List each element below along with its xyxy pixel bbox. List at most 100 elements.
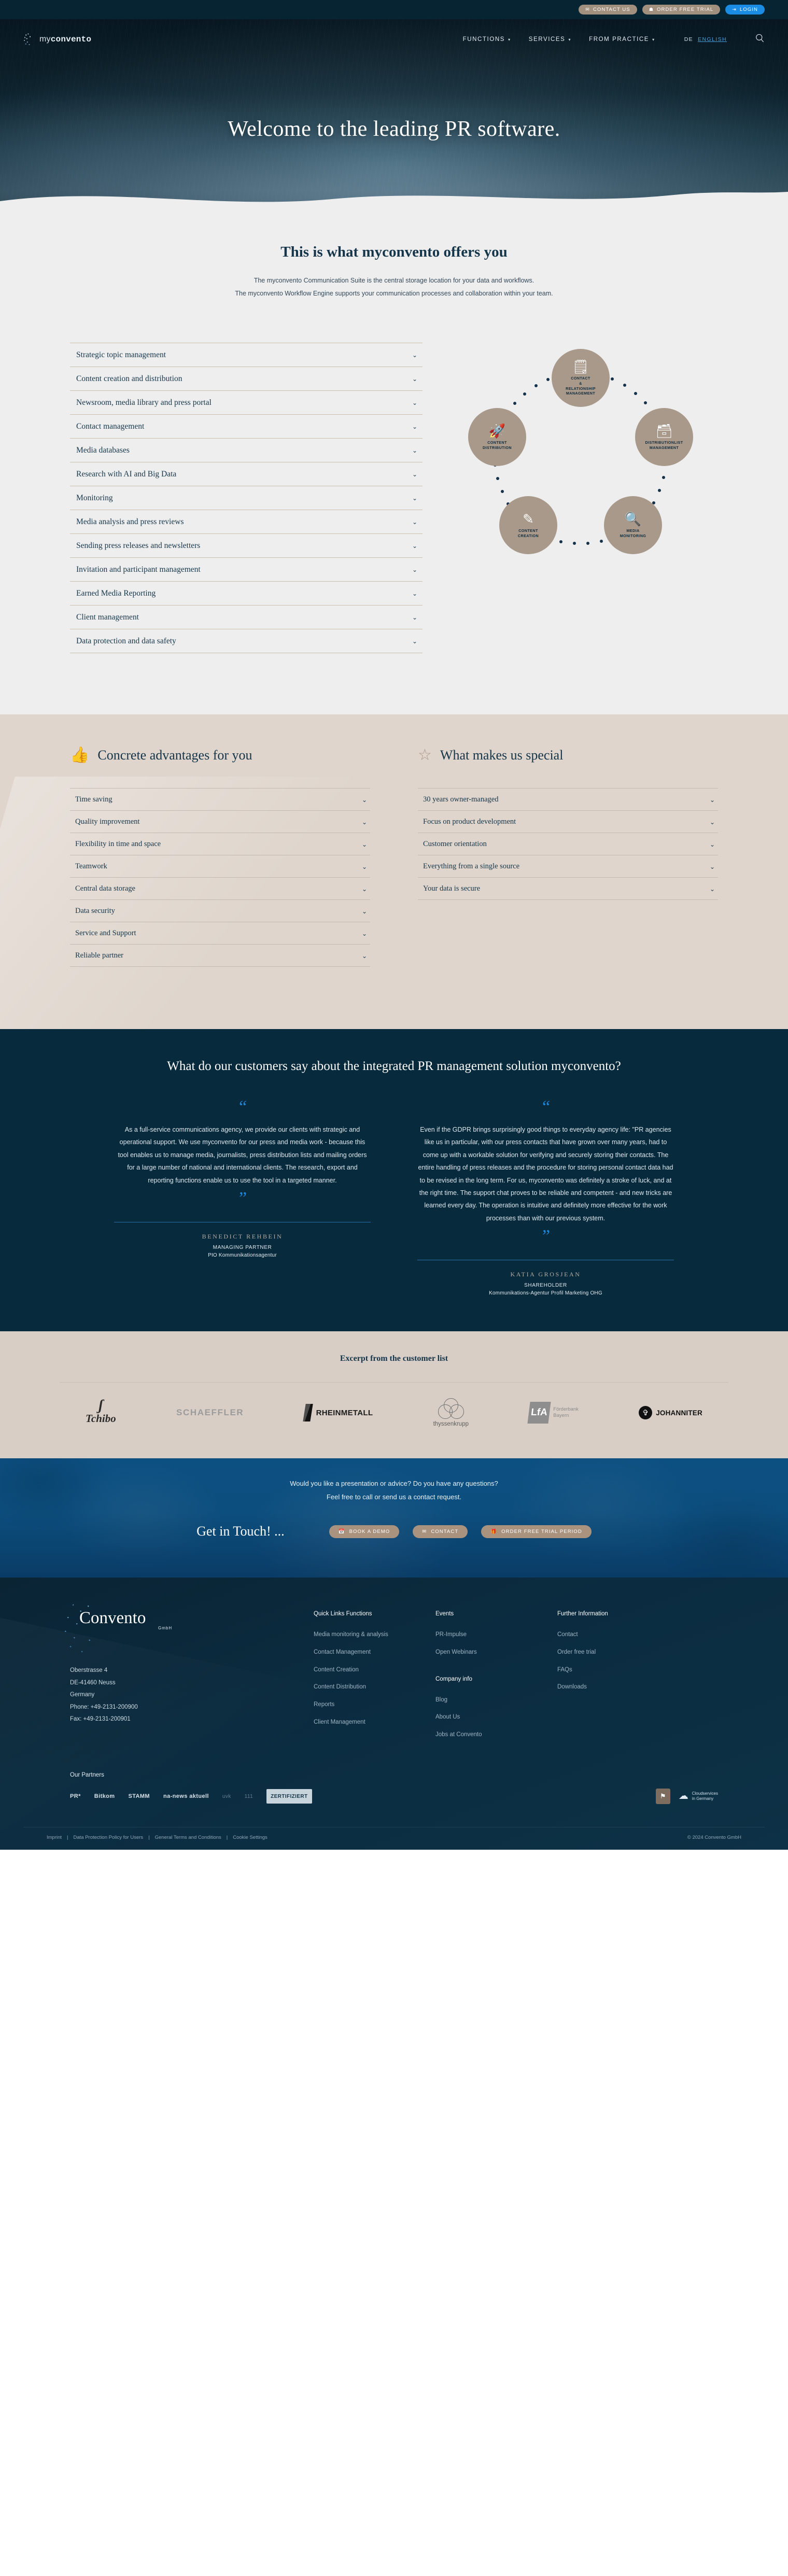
- accordion-item[interactable]: 30 years owner-managed ⌄: [418, 788, 718, 811]
- accordion-item-label: Media analysis and press reviews: [76, 517, 184, 526]
- accordion-item[interactable]: Focus on product development ⌄: [418, 811, 718, 833]
- login-arrow-icon: ⇥: [732, 7, 737, 12]
- legal-link[interactable]: Imprint: [47, 1835, 62, 1840]
- customer-logos-heading: Excerpt from the customer list: [340, 1354, 448, 1363]
- diagram-node-contact-relationship-management: 🗒 CONTACT & RELATIONSHIP MANAGEMENT: [552, 349, 610, 407]
- nav-item-functions[interactable]: FUNCTIONS ▾: [463, 36, 511, 43]
- accordion-item[interactable]: Service and Support ⌄: [70, 922, 370, 945]
- lfa-subtext: Förderbank Bayern: [553, 1406, 579, 1419]
- quote-open-icon: “: [542, 1097, 550, 1117]
- accordion-item-label: Quality improvement: [75, 818, 140, 826]
- legal-links: Imprint | Data Protection Policy for Users…: [47, 1835, 268, 1840]
- nav-item-from-practice-label: FROM PRACTICE: [589, 36, 650, 43]
- footer-link[interactable]: Client Management: [314, 1718, 399, 1727]
- chevron-down-icon: ⌄: [412, 471, 417, 478]
- accordion-item[interactable]: Time saving ⌄: [70, 788, 370, 811]
- lang-english[interactable]: ENGLISH: [698, 36, 727, 43]
- footer-link[interactable]: Order free trial: [557, 1648, 643, 1657]
- legal-separator: |: [148, 1835, 150, 1841]
- accordion-item[interactable]: Contact management ⌄: [70, 415, 423, 439]
- diagram-path-dot: [662, 476, 666, 480]
- accordion-item[interactable]: Sending press releases and newsletters ⌄: [70, 534, 423, 558]
- order-free-trial-period-label: ORDER FREE TRIAL PERIOD: [501, 1528, 582, 1535]
- order-free-trial-button[interactable]: ☗ ORDER FREE TRIAL: [642, 5, 721, 15]
- accordion-item[interactable]: Quality improvement ⌄: [70, 811, 370, 833]
- footer-address-line: Fax: +49-2131-200901: [70, 1716, 131, 1723]
- accordion-item[interactable]: Central data storage ⌄: [70, 878, 370, 900]
- offers-subtitle-line2: The myconvento Workflow Engine supports …: [235, 290, 553, 297]
- contact-us-button[interactable]: ✉ CONTACT US: [579, 5, 637, 15]
- nav-item-services[interactable]: SERVICES ▾: [529, 36, 571, 43]
- chevron-down-icon: ⌄: [412, 399, 417, 406]
- footer-link[interactable]: Content Distribution: [314, 1683, 399, 1692]
- accordion-item[interactable]: Reliable partner ⌄: [70, 945, 370, 967]
- footer-link[interactable]: Contact: [557, 1630, 643, 1640]
- footer-link[interactable]: About Us: [435, 1713, 521, 1722]
- legal-link[interactable]: Data Protection Policy for Users: [74, 1835, 144, 1840]
- accordion-item[interactable]: Earned Media Reporting ⌄: [70, 582, 423, 606]
- footer-link[interactable]: Open Webinars: [435, 1648, 521, 1657]
- lang-de[interactable]: DE: [684, 36, 693, 43]
- accordion-item[interactable]: Monitoring ⌄: [70, 486, 423, 510]
- thyssenkrupp-lockup: thyssenkrupp: [433, 1398, 469, 1427]
- chevron-down-icon: ⌄: [361, 907, 367, 915]
- chevron-down-icon: ⌄: [412, 495, 417, 502]
- chevron-down-icon: ⌄: [412, 518, 417, 526]
- accordion-item[interactable]: Everything from a single source ⌄: [418, 855, 718, 878]
- footer-link[interactable]: Media monitoring & analysis: [314, 1630, 399, 1640]
- order-free-trial-period-button[interactable]: 🎁 ORDER FREE TRIAL PERIOD: [481, 1525, 592, 1538]
- accordion-item[interactable]: Research with AI and Big Data ⌄: [70, 462, 423, 486]
- accordion-item[interactable]: Flexibility in time and space ⌄: [70, 833, 370, 855]
- logo-rheinmetall: RHEINMETALL: [302, 1394, 373, 1431]
- site-logo[interactable]: myconvento: [23, 33, 91, 46]
- footer-link[interactable]: Content Creation: [314, 1666, 399, 1675]
- logo-my: my: [39, 35, 51, 44]
- legal-link[interactable]: Cookie Settings: [233, 1835, 268, 1840]
- accordion-item-label: Newsroom, media library and press portal: [76, 398, 212, 407]
- footer-link[interactable]: Reports: [314, 1700, 399, 1710]
- footer-column-heading: Quick Links Functions: [314, 1611, 372, 1617]
- accordion-item[interactable]: Media databases ⌄: [70, 439, 423, 462]
- rheinmetall-lockup: RHEINMETALL: [302, 1404, 373, 1421]
- chevron-down-icon: ⌄: [709, 818, 715, 826]
- diagram-node-label: CONTACT & RELATIONSHIP MANAGEMENT: [566, 376, 596, 396]
- footer-link[interactable]: Downloads: [557, 1683, 643, 1692]
- footer-link[interactable]: Jobs at Convento: [435, 1730, 521, 1740]
- accordion-item[interactable]: Customer orientation ⌄: [418, 833, 718, 855]
- footer-link[interactable]: Contact Management: [314, 1648, 399, 1657]
- login-button[interactable]: ⇥ LOGIN: [725, 5, 765, 15]
- diagram-path-dot: [623, 384, 626, 387]
- footer-address-line: DE-41460 Neuss: [70, 1679, 116, 1686]
- testimonial-role: SHAREHOLDER: [524, 1283, 567, 1288]
- footer-link[interactable]: PR-Impulse: [435, 1630, 521, 1640]
- footer-link[interactable]: Blog: [435, 1696, 521, 1705]
- accordion-item[interactable]: Media analysis and press reviews ⌄: [70, 510, 423, 534]
- top-utility-bar: ✉ CONTACT US ☗ ORDER FREE TRIAL ⇥ LOGIN: [0, 0, 788, 19]
- search-icon[interactable]: [755, 33, 765, 46]
- accordion-item[interactable]: Data protection and data safety ⌄: [70, 629, 423, 653]
- accordion-item[interactable]: Client management ⌄: [70, 606, 423, 629]
- nav-item-from-practice[interactable]: FROM PRACTICE ▾: [589, 36, 655, 43]
- offers-subtitle: The myconvento Communication Suite is th…: [171, 274, 617, 300]
- footer-link[interactable]: FAQs: [557, 1666, 643, 1675]
- diagram-path-dot: [600, 540, 603, 543]
- chevron-down-icon: ⌄: [361, 818, 367, 826]
- footer-address: Oberstrasse 4 DE-41460 Neuss Germany Phone:…: [70, 1665, 288, 1726]
- accordion-item-label: Monitoring: [76, 494, 113, 502]
- footer-column-events: Events PR-Impulse Open Webinars Company i…: [435, 1611, 521, 1748]
- accordion-item[interactable]: Data security ⌄: [70, 900, 370, 922]
- offers-section: This is what myconvento offers you The m…: [0, 214, 788, 714]
- accordion-item-label: Everything from a single source: [423, 862, 520, 870]
- diagram-path-dot: [523, 392, 527, 396]
- footer-column-links-company-info: Blog About Us Jobs at Convento: [435, 1696, 521, 1740]
- accordion-item[interactable]: Your data is secure ⌄: [418, 878, 718, 900]
- contact-button[interactable]: ✉ CONTACT: [413, 1525, 468, 1538]
- legal-link[interactable]: General Terms and Conditions: [155, 1835, 221, 1840]
- accordion-item-label: Strategic topic management: [76, 350, 166, 359]
- accordion-item[interactable]: Strategic topic management ⌄: [70, 343, 423, 367]
- accordion-item[interactable]: Content creation and distribution ⌄: [70, 367, 423, 391]
- book-a-demo-button[interactable]: 📅 BOOK A DEMO: [329, 1525, 400, 1538]
- accordion-item[interactable]: Newsroom, media library and press portal…: [70, 391, 423, 415]
- accordion-item[interactable]: Teamwork ⌄: [70, 855, 370, 878]
- accordion-item[interactable]: Invitation and participant management ⌄: [70, 558, 423, 582]
